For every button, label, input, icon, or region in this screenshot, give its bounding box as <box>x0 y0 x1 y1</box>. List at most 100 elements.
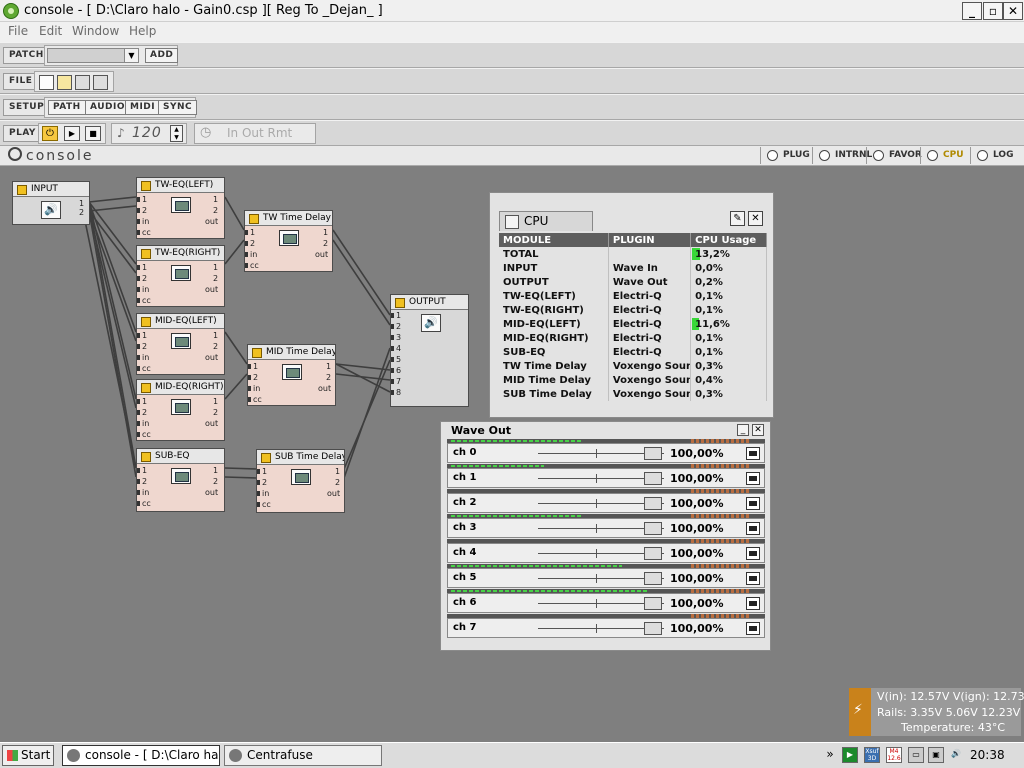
module-tw-eq-left[interactable]: TW-EQ(LEFT) 1 2 in cc 1 2 out <box>136 177 225 239</box>
pin-in-7[interactable]: 7 <box>391 377 401 387</box>
module-output[interactable]: OUTPUT 1 2 3 4 5 6 7 8 🔊 <box>390 294 469 407</box>
pin-out-2[interactable]: 2 <box>213 342 218 352</box>
channel-fader-knob[interactable] <box>644 622 662 635</box>
module-input[interactable]: INPUT 🔊 1 2 <box>12 181 90 225</box>
pin-cc[interactable]: cc <box>257 500 271 510</box>
table-row[interactable]: TW-EQ(RIGHT) Electri-Q 0,1% <box>499 303 767 317</box>
patch-add-button[interactable]: ADD <box>145 48 179 63</box>
tab-intrnl[interactable]: INTRNL <box>812 147 872 164</box>
pin-in-1[interactable]: 1 <box>137 263 147 273</box>
power-icon[interactable]: ⏻ <box>42 126 58 141</box>
pin-in-midi[interactable]: in <box>248 384 260 394</box>
close-icon[interactable]: ✕ <box>748 211 763 226</box>
pin-in-8[interactable]: 8 <box>391 388 401 398</box>
plugin-editor-icon[interactable] <box>279 230 299 246</box>
channel-settings-icon[interactable] <box>746 622 760 635</box>
pin-in-1[interactable]: 1 <box>248 362 258 372</box>
midi-button[interactable]: MIDI <box>125 100 161 115</box>
tab-plug[interactable]: PLUG <box>760 147 812 164</box>
save-as-icon[interactable] <box>93 75 108 90</box>
chevron-down-icon[interactable]: ▼ <box>124 49 138 62</box>
pin-in-1[interactable]: 1 <box>257 467 267 477</box>
tempo-value[interactable]: 120 <box>132 125 162 141</box>
pin-icon[interactable]: ✎ <box>730 211 745 226</box>
plugin-editor-icon[interactable] <box>171 468 191 484</box>
start-button[interactable]: Start <box>2 745 54 766</box>
channel-fader-knob[interactable] <box>644 497 662 510</box>
table-row[interactable]: TW Time Delay Voxengo Soun 0,3% <box>499 359 767 373</box>
pin-out-midi[interactable]: out <box>205 217 218 227</box>
stop-icon[interactable]: ■ <box>85 126 101 141</box>
pin-in-midi[interactable]: in <box>257 489 269 499</box>
pin-cc[interactable]: cc <box>137 430 151 440</box>
pin-out-midi[interactable]: out <box>315 250 328 260</box>
pin-out-1[interactable]: 1 <box>335 467 340 477</box>
pin-in-midi[interactable]: in <box>245 250 257 260</box>
pin-in-6[interactable]: 6 <box>391 366 401 376</box>
maximize-button[interactable]: ▫ <box>983 2 1003 20</box>
tab-cpu[interactable]: CPU <box>920 147 970 164</box>
task-console[interactable]: console - [ D:\Claro ha... <box>62 745 220 766</box>
path-button[interactable]: PATH <box>48 100 86 115</box>
pin-out-1[interactable]: 1 <box>213 195 218 205</box>
channel-fader-knob[interactable] <box>644 522 662 535</box>
pin-out-midi[interactable]: out <box>327 489 340 499</box>
pin-in-1[interactable]: 1 <box>137 331 147 341</box>
table-row[interactable]: OUTPUT Wave Out 0,2% <box>499 275 767 289</box>
tray-expand-icon[interactable]: » <box>822 747 838 763</box>
pin-in-midi[interactable]: in <box>137 488 149 498</box>
channel-settings-icon[interactable] <box>746 572 760 585</box>
tray-play-icon[interactable]: ▶ <box>842 747 858 763</box>
menu-file[interactable]: File <box>8 24 28 38</box>
tray-device-icon[interactable]: ▭ <box>908 747 924 763</box>
module-mid-eq-left[interactable]: MID-EQ(LEFT) 1 2 in cc 1 2 out <box>136 313 225 375</box>
tray-network-icon[interactable]: ▣ <box>928 747 944 763</box>
table-row[interactable]: SUB-EQ Electri-Q 0,1% <box>499 345 767 359</box>
table-row[interactable]: MID Time Delay Voxengo Soun 0,4% <box>499 373 767 387</box>
pin-out-2[interactable]: 2 <box>213 408 218 418</box>
module-tw-eq-right[interactable]: TW-EQ(RIGHT) 1 2 in cc 1 2 out <box>136 245 225 307</box>
pin-cc[interactable]: cc <box>137 499 151 509</box>
patch-select[interactable]: ▼ <box>47 48 139 63</box>
pin-in-2[interactable]: 2 <box>248 373 258 383</box>
pin-in-2[interactable]: 2 <box>391 322 401 332</box>
pin-cc[interactable]: cc <box>137 364 151 374</box>
module-sub-time-delay[interactable]: SUB Time Delay 1 2 in cc 1 2 out <box>256 449 345 513</box>
table-row[interactable]: SUB Time Delay Voxengo Soun 0,3% <box>499 387 767 401</box>
pin-out-1[interactable]: 1 <box>323 228 328 238</box>
pin-in-2[interactable]: 2 <box>137 274 147 284</box>
sync-button[interactable]: SYNC <box>158 100 198 115</box>
pin-out-1[interactable]: 1 <box>326 362 331 372</box>
table-row[interactable]: TOTAL 13,2% <box>499 247 767 261</box>
pin-cc[interactable]: cc <box>245 261 259 271</box>
channel-settings-icon[interactable] <box>746 497 760 510</box>
speaker-icon[interactable]: 🔊 <box>41 201 61 219</box>
module-mid-eq-right[interactable]: MID-EQ(RIGHT) 1 2 in cc 1 2 out <box>136 379 225 441</box>
pin-cc[interactable]: cc <box>248 395 262 405</box>
module-mid-time-delay[interactable]: MID Time Delay 1 2 in cc 1 2 out <box>247 344 336 406</box>
tab-favor[interactable]: FAVOR <box>866 147 922 164</box>
pin-in-1[interactable]: 1 <box>137 195 147 205</box>
plugin-editor-icon[interactable] <box>291 469 311 485</box>
module-tw-time-delay[interactable]: TW Time Delay 1 2 in cc 1 2 out <box>244 210 333 272</box>
pin-out-midi[interactable]: out <box>318 384 331 394</box>
menu-help[interactable]: Help <box>129 24 156 38</box>
tempo-stepper[interactable]: ▲ ▼ <box>170 125 183 142</box>
minimize-button[interactable]: _ <box>962 2 982 20</box>
pin-in-1[interactable]: 1 <box>391 311 401 321</box>
tray-volume-icon[interactable]: 🔊 <box>948 747 964 763</box>
pin-in-1[interactable]: 1 <box>245 228 255 238</box>
speaker-icon[interactable]: 🔊 <box>421 314 441 332</box>
pin-out-1[interactable]: 1 <box>213 397 218 407</box>
pin-in-midi[interactable]: in <box>137 353 149 363</box>
module-sub-eq[interactable]: SUB-EQ 1 2 in cc 1 2 out <box>136 448 225 512</box>
channel-settings-icon[interactable] <box>746 472 760 485</box>
channel-fader-knob[interactable] <box>644 472 662 485</box>
tab-log[interactable]: LOG <box>970 147 1020 164</box>
pin-out-midi[interactable]: out <box>205 285 218 295</box>
pin-in-1[interactable]: 1 <box>137 466 147 476</box>
close-icon[interactable]: ✕ <box>752 424 764 436</box>
pin-out-2[interactable]: 2 <box>79 208 84 218</box>
pin-out-2[interactable]: 2 <box>213 206 218 216</box>
audio-button[interactable]: AUDIO <box>85 100 130 115</box>
